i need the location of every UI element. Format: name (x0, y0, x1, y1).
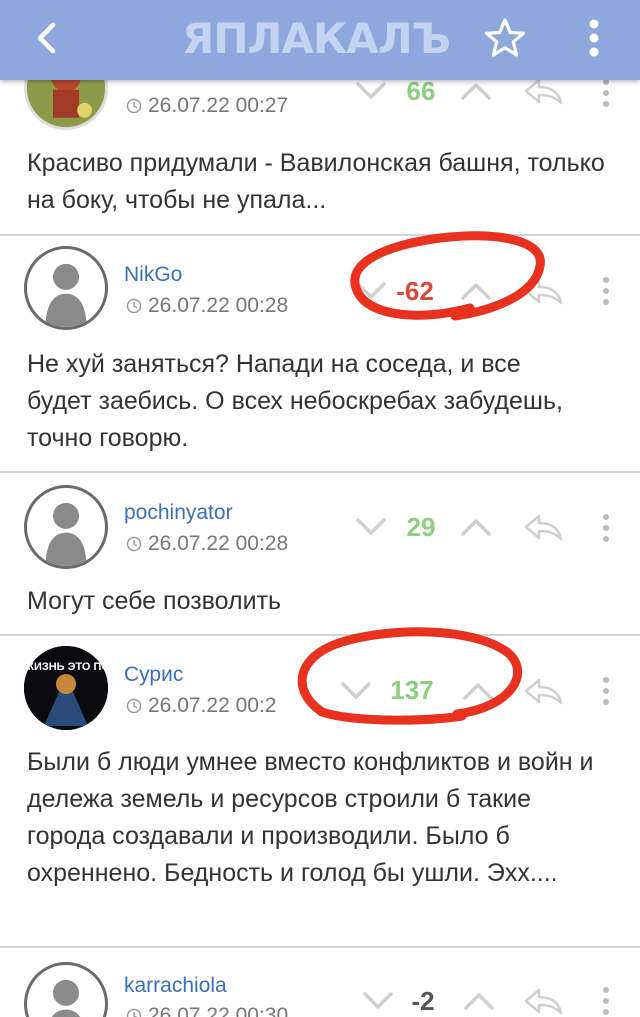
reply-icon[interactable] (522, 986, 564, 1016)
comment-author[interactable]: pochinyator (124, 501, 233, 525)
divider (0, 634, 640, 636)
clock-icon (126, 1008, 142, 1017)
more-vertical-icon[interactable] (601, 78, 611, 108)
comment-score: 137 (390, 675, 434, 705)
default-avatar-icon (45, 263, 87, 327)
reply-icon[interactable] (522, 512, 564, 542)
more-vertical-icon[interactable] (601, 676, 611, 706)
more-vertical-icon[interactable] (576, 14, 612, 62)
comment-time: 26.07.22 00:30 (126, 1004, 288, 1017)
comment-text: Были б люди умнее вместо конфликтов и во… (27, 748, 594, 887)
comment-score: 29 (406, 512, 436, 542)
default-avatar-icon (51, 979, 81, 1017)
comment-author[interactable]: Сурис (124, 663, 183, 687)
comment-text: Красиво придумали - Вавилонская башня, т… (27, 149, 605, 214)
comment-time: 26.07.22 00:28 (126, 532, 288, 556)
comment-time-text: 26.07.22 00:2 (148, 694, 277, 717)
comment-time-text: 26.07.22 00:27 (148, 94, 289, 117)
clock-icon (126, 698, 142, 714)
avatar[interactable] (24, 962, 108, 1017)
clock-icon (126, 298, 142, 314)
avatar[interactable] (24, 246, 108, 330)
comment-author[interactable]: karrachiola (124, 974, 227, 998)
vote-down-icon[interactable] (355, 80, 387, 102)
comment-score: -2 (411, 986, 435, 1016)
vote-up-icon[interactable] (462, 680, 494, 702)
more-vertical-icon[interactable] (601, 513, 611, 543)
comment-score: -62 (396, 276, 434, 306)
comment-time: 26.07.22 00:27 (126, 94, 288, 118)
vote-up-icon[interactable] (460, 280, 492, 302)
star-icon[interactable] (482, 15, 528, 61)
comment-time: 26.07.22 00:2 (126, 694, 276, 718)
vote-down-icon[interactable] (355, 516, 387, 538)
comment-time-text: 26.07.22 00:28 (148, 532, 289, 555)
reply-icon[interactable] (522, 276, 564, 306)
comment-text: Не хуй заняться? Напади на соседа, и все… (27, 350, 563, 452)
vote-down-icon[interactable] (340, 680, 372, 702)
reply-icon[interactable] (522, 76, 564, 106)
top-app-bar: ЯПЛАКАЛЪ (0, 0, 640, 80)
more-vertical-icon[interactable] (601, 276, 611, 306)
comment-author[interactable]: NikGo (124, 263, 182, 287)
reply-icon[interactable] (522, 676, 564, 706)
divider (0, 471, 640, 473)
back-chevron-icon[interactable] (26, 16, 70, 60)
comment-time: 26.07.22 00:28 (126, 294, 288, 318)
clock-icon (126, 536, 142, 552)
avatar[interactable] (24, 485, 108, 569)
divider (0, 234, 640, 236)
avatar[interactable]: ЖИЗНЬ ЭТО ПОЕЗД (24, 646, 108, 730)
avatar-image: ЖИЗНЬ ЭТО ПОЕЗД (24, 646, 108, 730)
site-logo[interactable]: ЯПЛАКАЛЪ (182, 14, 451, 63)
comment-score: 66 (406, 76, 436, 106)
more-vertical-icon[interactable] (601, 986, 611, 1016)
vote-up-icon[interactable] (460, 80, 492, 102)
comment-time-text: 26.07.22 00:30 (148, 1004, 289, 1017)
avatar-caption: ЖИЗНЬ ЭТО ПОЕЗД (24, 661, 108, 673)
clock-icon (126, 98, 142, 114)
vote-up-icon[interactable] (463, 990, 495, 1012)
comment-text: Могут себе позволить (27, 587, 282, 615)
vote-up-icon[interactable] (460, 516, 492, 538)
divider (0, 946, 640, 948)
default-avatar-icon (45, 502, 87, 566)
comment-time-text: 26.07.22 00:28 (148, 294, 289, 317)
